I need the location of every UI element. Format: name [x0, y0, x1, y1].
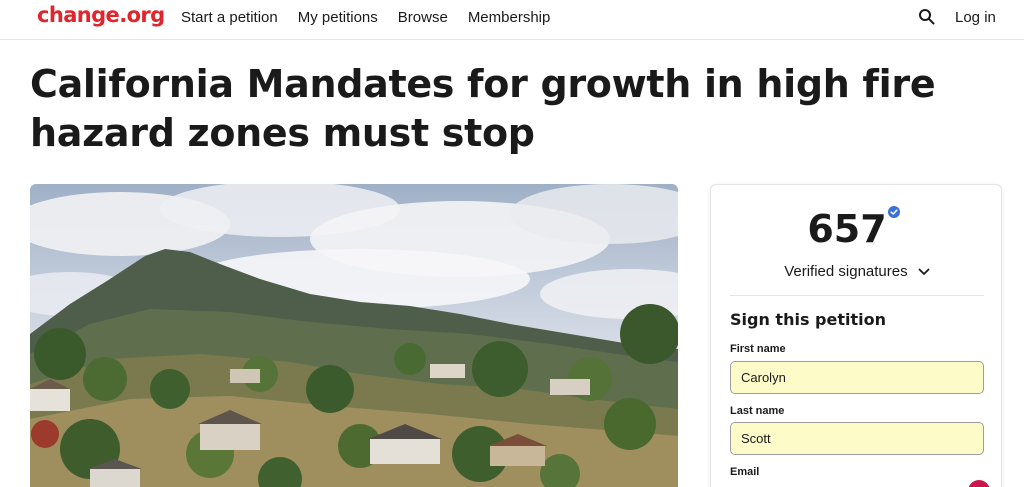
- last-name-field[interactable]: [730, 422, 984, 455]
- email-label: Email: [730, 466, 760, 478]
- nav-my-petitions[interactable]: My petitions: [298, 9, 378, 26]
- password-manager-icon[interactable]: [968, 480, 990, 487]
- sign-petition-heading: Sign this petition: [730, 310, 886, 329]
- verified-badge-icon: [888, 206, 900, 218]
- verified-signatures-label: Verified signatures: [784, 263, 908, 280]
- log-in-link[interactable]: Log in: [955, 9, 996, 26]
- petition-hero-image: [30, 184, 678, 487]
- card-divider: [730, 295, 984, 296]
- nav-membership[interactable]: Membership: [468, 9, 551, 26]
- first-name-label: First name: [730, 343, 786, 355]
- petition-title: California Mandates for growth in high f…: [30, 62, 936, 155]
- signature-card: 657 Verified signatures Sign this petiti…: [710, 184, 1002, 487]
- first-name-field[interactable]: [730, 361, 984, 394]
- search-icon[interactable]: [918, 8, 936, 26]
- chevron-down-icon: [918, 268, 930, 275]
- change-org-logo[interactable]: change.org: [37, 3, 165, 27]
- hillside-houses-photo: [30, 184, 678, 487]
- verified-signatures-toggle[interactable]: Verified signatures: [711, 263, 1003, 280]
- nav-browse[interactable]: Browse: [398, 9, 448, 26]
- nav-start-petition[interactable]: Start a petition: [181, 9, 278, 26]
- top-navigation: change.org Start a petition My petitions…: [0, 0, 1024, 40]
- signature-count: 657: [807, 207, 887, 251]
- nav-links: Start a petition My petitions Browse Mem…: [181, 9, 570, 26]
- last-name-label: Last name: [730, 405, 785, 417]
